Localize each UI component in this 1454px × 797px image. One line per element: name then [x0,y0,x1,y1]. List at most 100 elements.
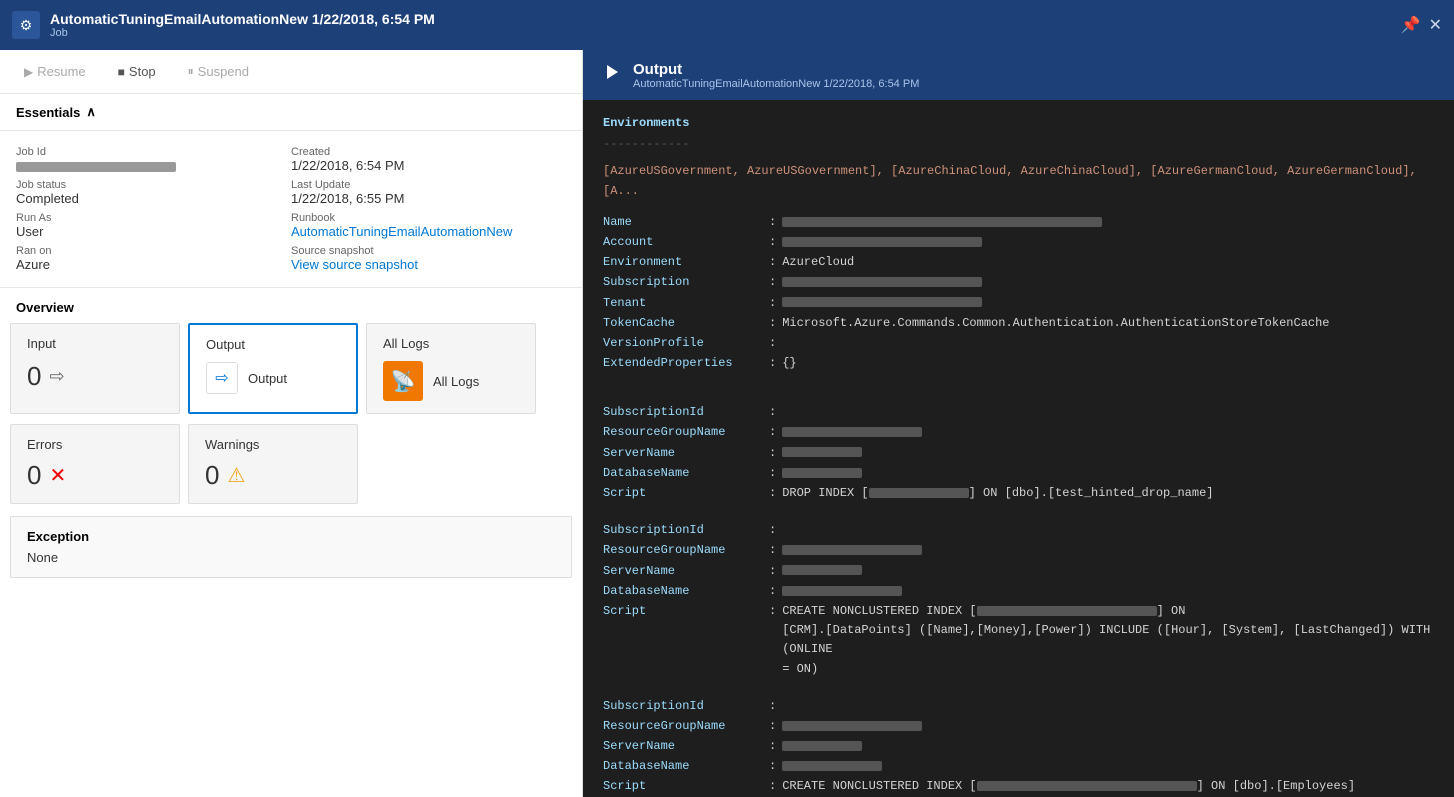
right-panel: Output AutomaticTuningEmailAutomationNew… [583,50,1454,797]
warnings-card-title: Warnings [205,437,341,452]
field-sub-val [782,273,1434,292]
block2-rg-row: ResourceGroupName : [603,541,1434,560]
field-tenant-key: Tenant [603,294,763,313]
input-card-title: Input [27,336,163,351]
run-as-value: User [16,224,291,239]
output-card[interactable]: Output ⇨ Output [188,323,358,414]
right-title-main: Output [633,61,919,78]
overview-header: Overview [0,288,582,323]
block3-db-row: DatabaseName : [603,757,1434,776]
essentials-header[interactable]: Essentials ∧ [0,94,582,131]
resume-icon: ▶ [24,65,33,79]
pin-icon[interactable]: 📌 [1401,15,1421,35]
right-header-title: Output AutomaticTuningEmailAutomationNew… [633,61,919,90]
overview-cards: Input 0 ⇨ Output ⇨ Output All Logs 📡 [0,323,582,424]
output-card-label: Output [248,371,287,386]
errors-card-value: 0 ✕ [27,460,163,491]
job-id-value [16,158,291,173]
field-tenant-val [782,294,1434,313]
exception-title: Exception [27,529,555,544]
app-subtitle: Job [50,27,1391,39]
field-name-key: Name [603,213,763,232]
env-value: [AzureUSGovernment, AzureUSGovernment], … [603,162,1434,200]
last-update-item: Last Update 1/22/2018, 6:55 PM [291,176,566,209]
app-title: AutomaticTuningEmailAutomationNew 1/22/2… [50,11,1391,27]
block1-db-row: DatabaseName : [603,464,1434,483]
errors-card[interactable]: Errors 0 ✕ [10,424,180,504]
source-snapshot-label: Source snapshot [291,245,566,257]
right-header: Output AutomaticTuningEmailAutomationNew… [583,50,1454,100]
field-extprops-val: {} [782,354,1434,373]
block1-subid-row: SubscriptionId : [603,403,1434,422]
input-card[interactable]: Input 0 ⇨ [10,323,180,414]
alllogs-card[interactable]: All Logs 📡 All Logs [366,323,536,414]
runbook-value[interactable]: AutomaticTuningEmailAutomationNew [291,224,566,239]
field-name-row: Name : [603,213,1434,232]
alllogs-card-title: All Logs [383,336,519,351]
warnings-card-value: 0 ⚠ [205,460,341,491]
resume-button[interactable]: ▶ Resume [16,60,94,83]
field-versionprofile-key: VersionProfile [603,334,763,353]
alllogs-body: 📡 All Logs [383,361,519,401]
alllogs-label: All Logs [433,374,479,389]
field-account-key: Account [603,233,763,252]
input-card-value: 0 ⇨ [27,361,163,392]
field-account-row: Account : [603,233,1434,252]
suspend-icon: ⏸ [188,64,194,79]
left-panel: ▶ Resume ■ Stop ⏸ Suspend Essentials ∧ J… [0,50,583,797]
essentials-chevron: ∧ [86,104,96,120]
toolbar: ▶ Resume ■ Stop ⏸ Suspend [0,50,582,94]
block2: SubscriptionId : ResourceGroupName : Ser… [603,521,1434,679]
field-sub-key: Subscription [603,273,763,292]
last-update-label: Last Update [291,179,566,191]
run-as-label: Run As [16,212,291,224]
warnings-card[interactable]: Warnings 0 ⚠ [188,424,358,504]
app-header: ⚙ AutomaticTuningEmailAutomationNew 1/22… [0,0,1454,50]
block2-db-row: DatabaseName : [603,582,1434,601]
ran-on-item: Ran on Azure [16,242,291,275]
ran-on-value: Azure [16,257,291,272]
job-id-item: Job Id [16,143,291,176]
field-extprops-row: ExtendedProperties : {} [603,354,1434,373]
runbook-label: Runbook [291,212,566,224]
field-account-val [782,233,1434,252]
stop-icon: ■ [118,65,125,79]
app-title-block: AutomaticTuningEmailAutomationNew 1/22/2… [50,11,1391,39]
field-env-key: Environment [603,253,763,272]
overview-cards-row2: Errors 0 ✕ Warnings 0 ⚠ [0,424,582,516]
field-tokencache-key: TokenCache [603,314,763,333]
field-tokencache-val: Microsoft.Azure.Commands.Common.Authenti… [782,314,1434,333]
run-as-item: Run As User [16,209,291,242]
input-arrow-icon: ⇨ [49,366,64,387]
block3: SubscriptionId : ResourceGroupName : Ser… [603,697,1434,797]
field-extprops-key: ExtendedProperties [603,354,763,373]
stop-button[interactable]: ■ Stop [110,60,164,83]
output-card-body: ⇨ Output [206,362,340,394]
block2-server-row: ServerName : [603,562,1434,581]
field-name-val [782,213,1434,232]
alllogs-icon: 📡 [383,361,423,401]
fields-block: Name : Account : Environment : AzureClou… [603,213,1434,374]
suspend-button[interactable]: ⏸ Suspend [180,60,257,83]
main-content: ▶ Resume ■ Stop ⏸ Suspend Essentials ∧ J… [0,50,1454,797]
block3-script-row: Script : CREATE NONCLUSTERED INDEX [] ON… [603,777,1434,797]
source-snapshot-value[interactable]: View source snapshot [291,257,566,272]
output-card-icon: ⇨ [206,362,238,394]
last-update-value: 1/22/2018, 6:55 PM [291,191,566,206]
close-icon[interactable]: ✕ [1429,15,1442,35]
block1-rg-row: ResourceGroupName : [603,423,1434,442]
field-env-row: Environment : AzureCloud [603,253,1434,272]
block3-rg-row: ResourceGroupName : [603,717,1434,736]
field-env-val: AzureCloud [782,253,1434,272]
field-tokencache-row: TokenCache : Microsoft.Azure.Commands.Co… [603,314,1434,333]
job-status-value: Completed [16,191,291,206]
right-header-icon [599,60,623,90]
block3-server-row: ServerName : [603,737,1434,756]
block1-script-row: Script : DROP INDEX [] ON [dbo].[test_hi… [603,484,1434,503]
right-title-sub: AutomaticTuningEmailAutomationNew 1/22/2… [633,78,919,90]
ran-on-label: Ran on [16,245,291,257]
job-status-label: Job status [16,179,291,191]
created-label: Created [291,146,566,158]
exception-value: None [27,550,555,565]
field-tenant-row: Tenant : [603,294,1434,313]
